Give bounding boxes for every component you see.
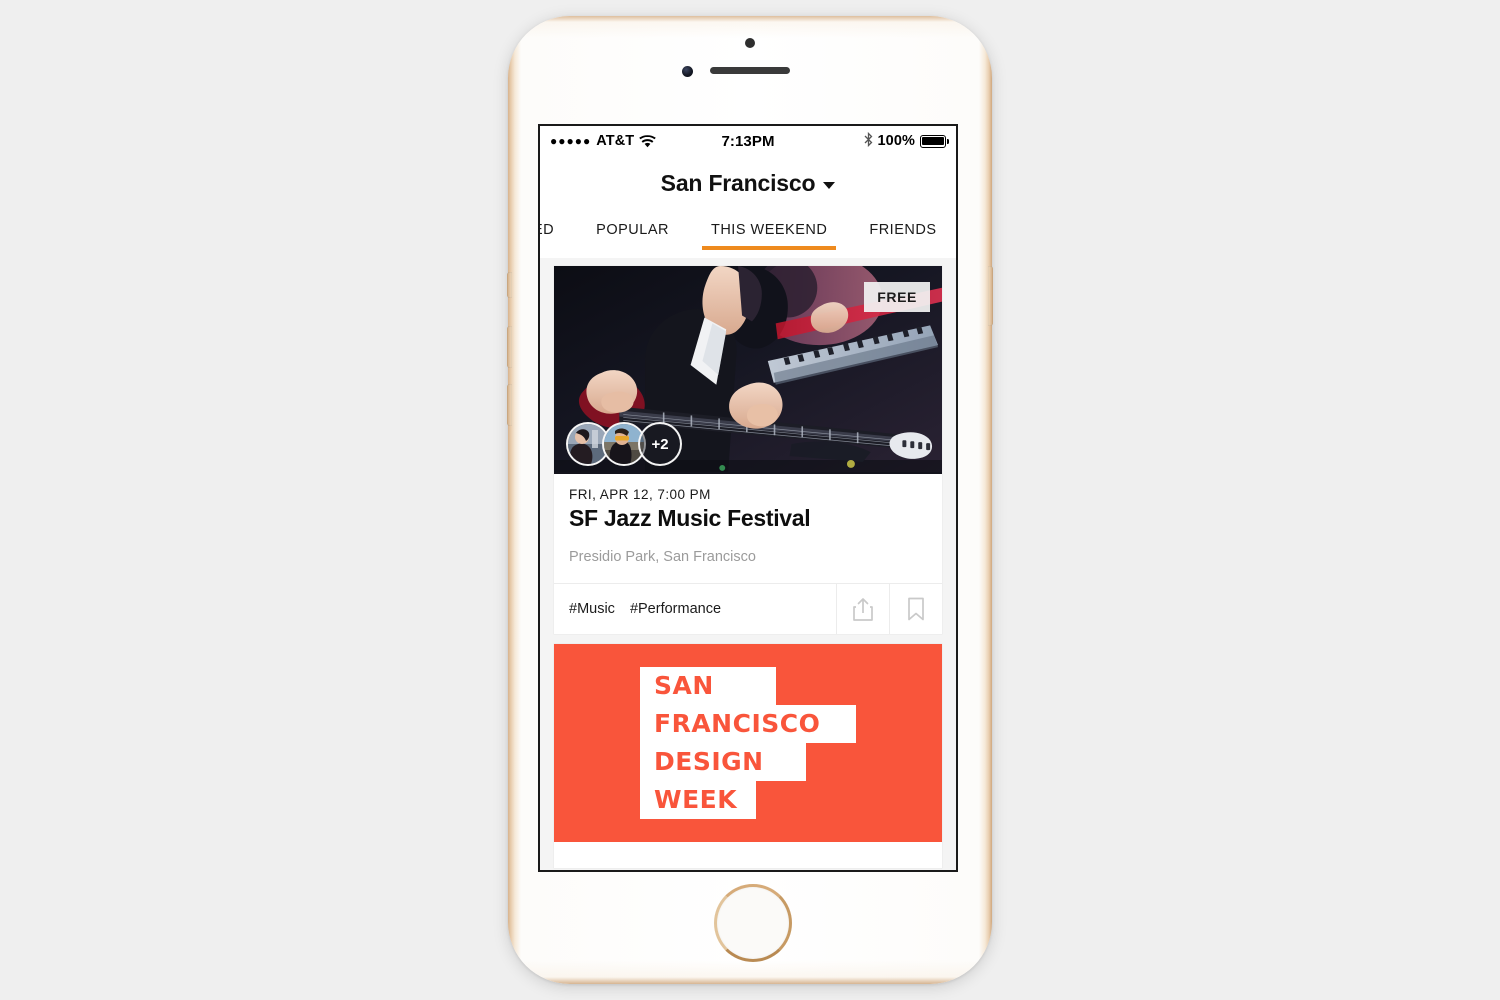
phone-screen: ●●●●● AT&T 7:13PM 100% San Francisco D P… <box>538 124 958 872</box>
event-card-footer: #Music #Performance <box>554 583 942 634</box>
volume-up-button[interactable] <box>507 326 512 368</box>
promo-card[interactable]: SAN FRANCISCO DESIGN WEEK <box>554 644 942 868</box>
proximity-sensor <box>745 38 755 48</box>
status-bar-right: 100% <box>775 131 950 150</box>
tag-music[interactable]: #Music <box>569 601 615 617</box>
tab-friends[interactable]: FRIENDS <box>848 210 956 258</box>
bookmark-button[interactable] <box>889 584 942 634</box>
clock: 7:13PM <box>721 132 775 150</box>
battery-percent-label: 100% <box>877 133 915 149</box>
logo-line-francisco: FRANCISCO <box>640 705 856 743</box>
logo-line-design: DESIGN <box>640 743 806 781</box>
logo-line-week: WEEK <box>640 781 756 819</box>
share-icon <box>852 597 874 622</box>
signal-strength-icon: ●●●●● <box>550 134 592 148</box>
event-date: FRI, APR 12, 7:00 PM <box>569 487 711 502</box>
share-button[interactable] <box>836 584 889 634</box>
silent-switch[interactable] <box>507 272 512 298</box>
events-app: ●●●●● AT&T 7:13PM 100% San Francisco D P… <box>540 126 956 870</box>
tab-popular[interactable]: POPULAR <box>575 210 690 258</box>
attendee-avatars[interactable]: +2 <box>566 422 682 466</box>
tab-featured[interactable]: ED <box>540 210 575 258</box>
wifi-icon <box>639 134 657 148</box>
volume-down-button[interactable] <box>507 384 512 426</box>
power-button[interactable] <box>988 266 993 326</box>
tag-performance[interactable]: #Performance <box>630 601 721 617</box>
status-bar-left: ●●●●● AT&T <box>550 133 721 149</box>
event-title[interactable]: SF Jazz Music Festival <box>569 505 927 532</box>
home-button[interactable] <box>714 884 792 962</box>
event-feed[interactable]: FREE +2 FRI, APR 12, 7:00 PM SF Jazz Mus… <box>540 258 956 870</box>
front-camera <box>682 66 693 77</box>
event-card[interactable]: FREE +2 FRI, APR 12, 7:00 PM SF Jazz Mus… <box>554 266 942 634</box>
bluetooth-icon <box>864 131 873 150</box>
earpiece-speaker <box>710 67 790 74</box>
tab-this-weekend[interactable]: THIS WEEKEND <box>690 210 848 258</box>
event-venue: Presidio Park, San Francisco <box>569 549 756 565</box>
navigation-bar: San Francisco <box>540 156 956 210</box>
chevron-down-icon[interactable] <box>823 182 836 189</box>
status-bar: ●●●●● AT&T 7:13PM 100% <box>540 126 956 156</box>
promo-card-body-partial <box>554 842 942 868</box>
event-card-body: FRI, APR 12, 7:00 PM SF Jazz Music Festi… <box>554 474 942 583</box>
bookmark-icon <box>907 597 925 622</box>
battery-full-icon <box>920 134 950 148</box>
logo-line-san: SAN <box>640 667 776 705</box>
page-title[interactable]: San Francisco <box>661 170 816 197</box>
event-tags: #Music #Performance <box>554 584 836 634</box>
carrier-label: AT&T <box>596 133 635 149</box>
category-tab-bar[interactable]: ED POPULAR THIS WEEKEND FRIENDS NE <box>540 210 956 258</box>
design-week-banner[interactable]: SAN FRANCISCO DESIGN WEEK <box>554 644 942 842</box>
event-hero-image[interactable]: FREE +2 <box>554 266 942 474</box>
avatar-overflow-count[interactable]: +2 <box>638 422 682 466</box>
free-badge: FREE <box>864 282 930 312</box>
iphone-device-mockup: ●●●●● AT&T 7:13PM 100% San Francisco D P… <box>507 16 993 984</box>
sf-design-week-logo: SAN FRANCISCO DESIGN WEEK <box>640 667 856 819</box>
